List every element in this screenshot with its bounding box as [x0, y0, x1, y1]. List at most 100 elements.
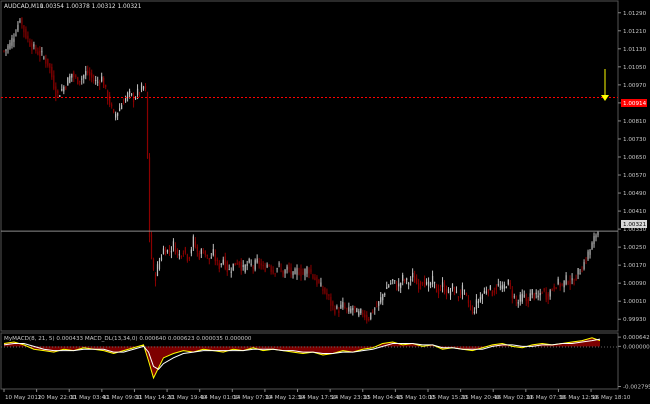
trading-chart[interactable]: AUDCAD,M10 1.00354 1.00378 1.00312 1.003… [0, 0, 650, 404]
candle-body [156, 264, 159, 276]
signal-line [3, 338, 601, 370]
candle-body [196, 246, 198, 252]
candle-body [178, 253, 181, 256]
price-tick-label: 1.01210 [623, 29, 647, 35]
price-panel[interactable]: AUDCAD,M10 1.00354 1.00378 1.00312 1.003… [0, 0, 619, 332]
candle-body [208, 258, 210, 260]
candle-body [252, 266, 254, 269]
candle-body [154, 274, 157, 281]
candle-body [260, 263, 262, 266]
candle-body [515, 299, 517, 301]
candle-body [511, 290, 513, 299]
candle-body [244, 264, 246, 272]
candle-body [513, 296, 515, 298]
candle-body [55, 86, 57, 98]
candle-body [47, 58, 49, 66]
candle-body [37, 51, 39, 55]
candle-body [593, 236, 595, 245]
candle-body [99, 82, 101, 85]
candle-body [93, 80, 95, 81]
candle-body [45, 58, 47, 64]
yellow-down-arrow-icon[interactable] [601, 69, 609, 101]
candle-body [581, 271, 583, 273]
price-axis[interactable]: 1.01290 1.01210 1.01130 1.01050 1.00970 1.008… [618, 11, 647, 323]
candle-body [445, 288, 448, 297]
candle-body [565, 275, 567, 285]
price-tick-label: 1.00170 [623, 263, 647, 269]
candle-body [420, 281, 422, 285]
candle-body [180, 255, 183, 258]
candle-body [200, 249, 202, 254]
candle-body [457, 296, 460, 298]
candle-body [236, 263, 238, 265]
indicator-panel[interactable]: MyMACD(8, 21, 5) 0.000433 MACD_DL(13,34,… [0, 332, 619, 390]
candle-body [362, 312, 364, 315]
macd-tick-label: 0.000642 [623, 335, 650, 341]
candle-body [451, 283, 454, 290]
time-axis[interactable]: 10 May 201210 May 22:0011 May 03:4011 Ma… [3, 389, 631, 401]
candle-body [166, 249, 169, 253]
candle-body [591, 242, 593, 250]
macd-tick-label: -0.002795 [623, 384, 650, 390]
candle-body [483, 290, 485, 294]
candle-body [124, 97, 127, 102]
candle-body [226, 261, 228, 272]
candle-body [398, 283, 400, 287]
candle-body [5, 49, 7, 52]
candle-body [65, 87, 67, 89]
candle-body [107, 90, 109, 101]
candle-body [336, 306, 338, 309]
candle-body [214, 254, 216, 262]
candle-body [176, 249, 179, 253]
candle-body [184, 247, 186, 253]
candle-body [340, 304, 342, 309]
candle-body [41, 51, 43, 53]
candle-body [39, 50, 41, 57]
candle-body [57, 90, 59, 94]
candle-body [501, 285, 503, 289]
candle-body [140, 84, 143, 91]
candle-body [276, 268, 278, 270]
candle-body [206, 254, 208, 257]
candle-body [348, 307, 350, 312]
time-tick-label: 10 May 2012 [5, 395, 41, 401]
candle-body [517, 302, 519, 304]
candle-body [354, 306, 356, 309]
candle-body [9, 42, 11, 49]
candle-body [545, 292, 547, 300]
candle-body [248, 259, 250, 263]
candle-body [130, 93, 133, 96]
candle-body [543, 288, 545, 291]
candle-body [220, 263, 222, 266]
candle-body [394, 280, 396, 282]
candle-body [589, 249, 591, 255]
candle-body [254, 260, 256, 270]
candle-body [380, 297, 382, 303]
candle-body [31, 43, 33, 51]
candle-body [573, 283, 575, 285]
candle-body [234, 262, 236, 266]
candle-body [418, 283, 420, 290]
price-tick-label: 1.01130 [623, 47, 647, 53]
candle-body [113, 109, 115, 113]
candle-body [194, 241, 196, 248]
candle-body [597, 232, 599, 235]
candle-body [537, 295, 539, 298]
candle-body [232, 263, 234, 271]
candle-body [144, 86, 147, 89]
candle-body [290, 267, 292, 274]
candle-body [463, 289, 466, 291]
candle-body [352, 308, 354, 311]
price-tick-label: 1.00250 [623, 245, 647, 251]
candle-body [97, 81, 99, 83]
candle-body [469, 304, 472, 307]
candle-body [29, 41, 31, 47]
candle-body [467, 300, 470, 304]
macd-axis[interactable]: 0.000642 0.000000 -0.002795 [618, 335, 650, 390]
candle-body [493, 290, 495, 293]
price-tick-label: 1.00490 [623, 191, 647, 197]
candle-body [33, 44, 35, 47]
candle-body [202, 252, 204, 254]
candle-body [142, 86, 145, 89]
candle-body [67, 77, 69, 86]
